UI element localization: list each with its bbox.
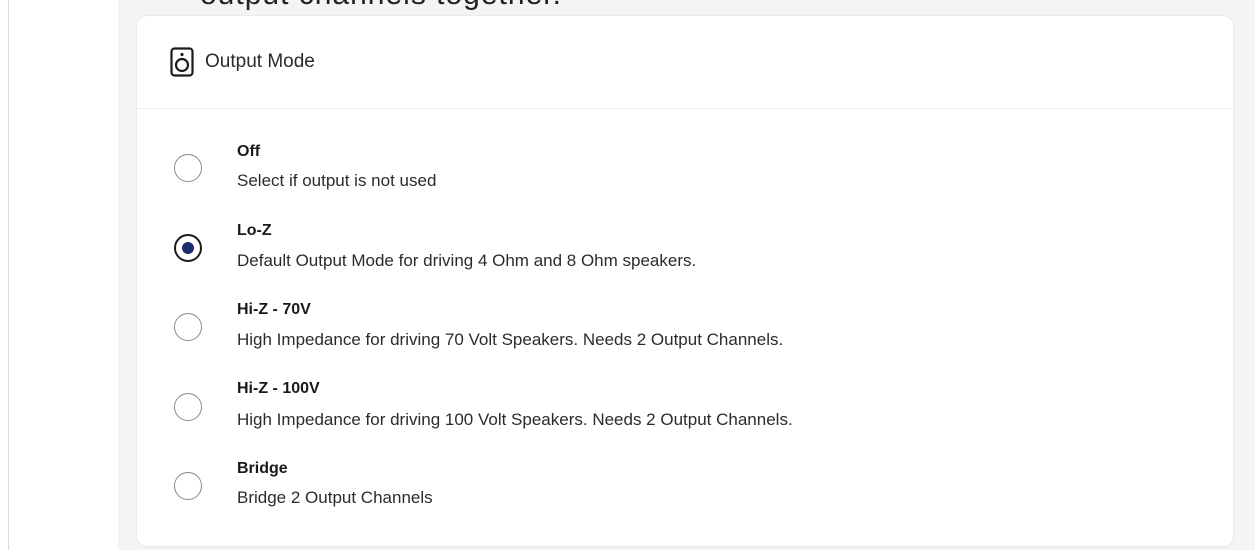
output-mode-card: Output Mode Off Select if output is not … <box>137 16 1233 546</box>
speaker-icon <box>170 47 194 77</box>
option-off[interactable]: Off Select if output is not used <box>137 141 1233 215</box>
section-heading: output channels together. <box>200 0 562 12</box>
card-header: Output Mode <box>137 16 1233 109</box>
radio-lo-z[interactable] <box>174 234 202 262</box>
option-description: High Impedance for driving 70 Volt Speak… <box>237 330 784 349</box>
option-title: Hi-Z - 100V <box>237 380 320 397</box>
option-description: High Impedance for driving 100 Volt Spea… <box>237 410 793 429</box>
left-divider <box>8 0 9 550</box>
option-hi-z-100v[interactable]: Hi-Z - 100V High Impedance for driving 1… <box>137 378 1233 452</box>
radio-bridge[interactable] <box>174 472 202 500</box>
option-bridge[interactable]: Bridge Bridge 2 Output Channels <box>137 457 1233 531</box>
option-description: Bridge 2 Output Channels <box>237 488 433 507</box>
option-hi-z-70v[interactable]: Hi-Z - 70V High Impedance for driving 70… <box>137 299 1233 373</box>
option-lo-z[interactable]: Lo-Z Default Output Mode for driving 4 O… <box>137 220 1233 294</box>
radio-selected-dot <box>182 242 194 254</box>
option-description: Default Output Mode for driving 4 Ohm an… <box>237 251 697 270</box>
option-title: Off <box>237 143 261 160</box>
radio-hi-z-70v[interactable] <box>174 313 202 341</box>
card-title: Output Mode <box>205 51 315 72</box>
option-description: Select if output is not used <box>237 171 437 190</box>
radio-hi-z-100v[interactable] <box>174 393 202 421</box>
option-title: Hi-Z - 70V <box>237 301 311 318</box>
radio-off[interactable] <box>174 154 202 182</box>
option-title: Bridge <box>237 460 288 477</box>
option-title: Lo-Z <box>237 222 272 239</box>
